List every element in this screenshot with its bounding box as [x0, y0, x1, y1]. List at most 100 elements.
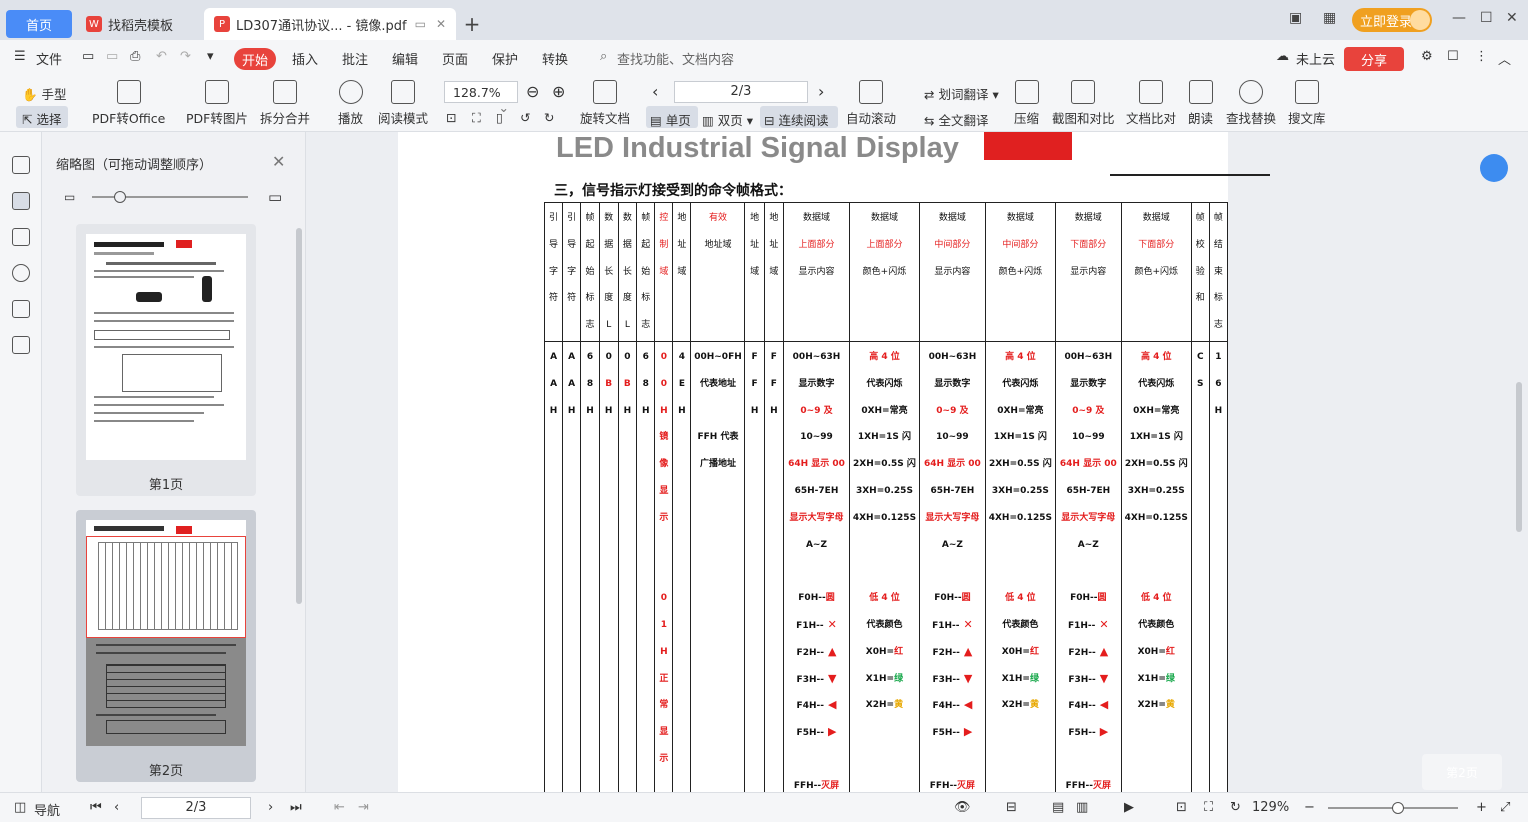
prev-page-icon[interactable]: ‹	[652, 82, 658, 101]
hand-tool[interactable]: ✋ 手型	[22, 84, 67, 103]
zoom-select[interactable]: 128.7% ⌄	[444, 81, 518, 115]
new-tab-button[interactable]: +	[460, 8, 484, 40]
minimize-icon[interactable]: —	[1452, 10, 1466, 26]
close-window-icon[interactable]: ✕	[1506, 10, 1518, 26]
word-translate-button[interactable]: ⇄ 划词翻译 ▾	[924, 84, 999, 103]
menu-page[interactable]: 页面	[442, 49, 468, 68]
login-button[interactable]: 立即登录	[1352, 8, 1432, 32]
redo-icon[interactable]: ↷	[180, 49, 191, 64]
thumbnail-page-2[interactable]: 第2页	[76, 510, 256, 782]
continuous-read-button[interactable]: ⊟ 连续阅读	[764, 110, 828, 129]
single-page-button[interactable]: ▤ 单页	[650, 110, 691, 129]
maximize-icon[interactable]: ☐	[1480, 10, 1493, 26]
continuous-mode-icon[interactable]: ⊟	[1006, 800, 1017, 815]
fit-page-icon[interactable]: ⛶	[472, 110, 481, 126]
menu-start[interactable]: 开始	[234, 48, 276, 70]
convert-float-button[interactable]	[1480, 154, 1508, 182]
large-image-icon[interactable]: ▭	[268, 188, 282, 206]
menu-protect[interactable]: 保护	[492, 49, 518, 68]
rotate-right-icon[interactable]: ↻	[544, 110, 554, 125]
settings-icon[interactable]: ⚙	[1421, 49, 1433, 64]
open-icon[interactable]: ▭	[82, 49, 94, 64]
close-icon[interactable]: ✕	[272, 152, 285, 171]
slider-handle[interactable]	[114, 191, 126, 203]
navigation-icon[interactable]: ◫	[14, 800, 26, 815]
zoom-in-icon[interactable]: ⊕	[552, 82, 565, 101]
pdf-to-image-button[interactable]: PDF转图片	[186, 80, 248, 127]
tab-close-icon[interactable]: ✕	[436, 17, 446, 31]
tab-home[interactable]: 首页	[6, 10, 72, 38]
menu-edit[interactable]: 编辑	[392, 49, 418, 68]
tab-pin-icon[interactable]: ▭	[415, 17, 426, 31]
compress-button[interactable]: 压缩	[1014, 80, 1039, 127]
auto-scroll-button[interactable]: 自动滚动	[846, 80, 896, 127]
more-icon[interactable]: ⋮	[1475, 49, 1488, 64]
doc-compare-button[interactable]: 文档比对	[1126, 80, 1176, 127]
split-merge-button[interactable]: 拆分合并	[260, 80, 310, 127]
zoom-slider-handle[interactable]	[1392, 802, 1404, 814]
actual-size-icon[interactable]: ⊡	[446, 110, 456, 125]
rotate-document-button[interactable]: 旋转文档	[580, 80, 630, 127]
fit-page-status-icon[interactable]: ⛶	[1204, 800, 1213, 815]
thumbnail-size-slider[interactable]	[92, 191, 248, 203]
small-image-icon[interactable]: ▭	[64, 190, 75, 204]
play-button[interactable]: 播放	[338, 80, 363, 127]
bookmark-icon[interactable]	[12, 156, 30, 174]
layers-icon[interactable]	[12, 336, 30, 354]
cloud-status[interactable]: 未上云	[1296, 49, 1335, 68]
fullscreen-icon[interactable]: ⤢	[1500, 800, 1510, 815]
thumbnail-icon[interactable]	[12, 192, 30, 210]
zoom-in-status-icon[interactable]: +	[1476, 800, 1487, 815]
attachment-icon[interactable]	[12, 264, 30, 282]
back-icon[interactable]: ⇤	[334, 800, 345, 815]
tab-document[interactable]: P LD307通讯协议... - 镜像.pdf ▭ ✕	[204, 8, 456, 40]
tab-templates[interactable]: W 找稻壳模板	[78, 8, 200, 40]
rotate-status-icon[interactable]: ↻	[1230, 800, 1241, 815]
save-icon[interactable]: ▭	[106, 49, 118, 64]
viewer-scrollbar[interactable]	[1516, 382, 1522, 532]
zoom-out-status-icon[interactable]: −	[1304, 800, 1315, 815]
play-status-icon[interactable]: ▶	[1124, 800, 1134, 815]
double-mode-icon[interactable]: ▥	[1076, 800, 1088, 815]
apps-grid-icon[interactable]: ▦	[1323, 10, 1336, 26]
select-tool[interactable]: ⇱ 选择	[22, 109, 61, 128]
search-library-button[interactable]: 搜文库	[1288, 80, 1326, 127]
search-icon[interactable]: ⌕	[600, 49, 607, 64]
print-icon[interactable]: ⎙	[130, 49, 140, 64]
read-mode-button[interactable]: 阅读模式	[378, 80, 428, 127]
page-number-input[interactable]: 2/3	[674, 81, 808, 103]
menu-file[interactable]: 文件	[36, 49, 62, 68]
find-replace-button[interactable]: 查找替换	[1226, 80, 1276, 127]
signature-icon[interactable]	[12, 300, 30, 318]
actual-size-status-icon[interactable]: ⊡	[1176, 800, 1187, 815]
full-translate-button[interactable]: ⇆ 全文翻译	[924, 110, 988, 129]
function-search[interactable]: 查找功能、文档内容	[617, 49, 734, 68]
pdf-to-office-button[interactable]: PDF转Office	[92, 80, 165, 127]
navigation-label[interactable]: 导航	[34, 800, 60, 819]
fit-width-icon[interactable]: ▯	[496, 110, 503, 125]
single-mode-icon[interactable]: ▤	[1052, 800, 1064, 815]
screenshot-compare-button[interactable]: 截图和对比	[1052, 80, 1115, 127]
menu-insert[interactable]: 插入	[292, 49, 318, 68]
prev-page-status-icon[interactable]: ‹	[114, 800, 119, 815]
first-page-icon[interactable]: ⏮	[90, 800, 102, 815]
layout-icon[interactable]: ▣	[1289, 10, 1302, 26]
thumbnail-page-1[interactable]: 第1页	[76, 224, 256, 496]
next-page-status-icon[interactable]: ›	[268, 800, 273, 815]
collapse-ribbon-icon[interactable]: ︿	[1498, 49, 1511, 68]
status-page-input[interactable]: 2/3	[141, 797, 251, 819]
menu-annotate[interactable]: 批注	[342, 49, 368, 68]
undo-icon[interactable]: ↶	[156, 49, 167, 64]
hamburger-icon[interactable]: ☰	[14, 49, 26, 64]
status-zoom[interactable]: 129%	[1252, 800, 1289, 815]
zoom-out-icon[interactable]: ⊖	[526, 82, 539, 101]
double-page-button[interactable]: ▥ 双页 ▾	[702, 110, 753, 129]
rotate-left-icon[interactable]: ↺	[520, 110, 530, 125]
last-page-icon[interactable]: ⏭	[290, 800, 302, 815]
next-page-icon[interactable]: ›	[818, 82, 824, 101]
eye-protect-icon[interactable]: 👁	[954, 800, 971, 815]
forward-icon[interactable]: ⇥	[358, 800, 369, 815]
read-aloud-button[interactable]: 朗读	[1188, 80, 1213, 127]
comment-panel-icon[interactable]	[12, 228, 30, 246]
more-dropdown-icon[interactable]: ▾	[207, 49, 214, 64]
